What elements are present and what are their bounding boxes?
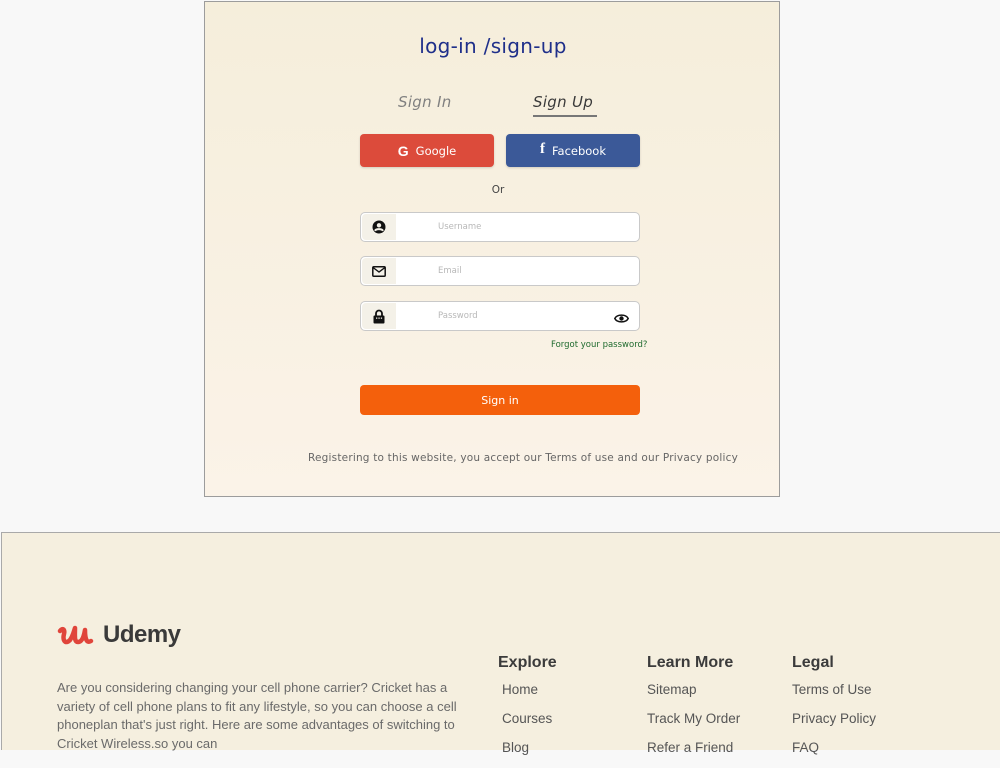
password-input[interactable]: [401, 304, 601, 328]
footer-link-home[interactable]: Home: [502, 681, 552, 710]
username-input[interactable]: [401, 215, 601, 239]
or-divider: Or: [491, 184, 505, 196]
footer-link-track-order[interactable]: Track My Order: [647, 710, 740, 739]
envelope-icon: [362, 258, 396, 284]
footer-link-faq[interactable]: FAQ: [792, 739, 876, 768]
eye-icon[interactable]: [613, 309, 630, 328]
page-title: log-in /sign-up: [419, 34, 567, 58]
footer-link-sitemap[interactable]: Sitemap: [647, 681, 740, 710]
footer-heading-legal: Legal: [792, 654, 834, 671]
footer-links-learn-more: Sitemap Track My Order Refer a Friend: [647, 681, 740, 768]
google-button[interactable]: G Google: [360, 134, 494, 167]
footer: Udemy Are you considering changing your …: [1, 532, 1000, 755]
terms-notice: Registering to this website, you accept …: [308, 452, 738, 464]
footer-link-refer-friend[interactable]: Refer a Friend: [647, 739, 740, 768]
tab-sign-in[interactable]: Sign In: [398, 93, 452, 111]
footer-link-courses[interactable]: Courses: [502, 710, 552, 739]
tab-sign-up[interactable]: Sign Up: [533, 93, 593, 115]
udemy-logo-icon: [57, 625, 94, 645]
footer-link-privacy[interactable]: Privacy Policy: [792, 710, 876, 739]
user-circle-icon: [362, 214, 396, 240]
facebook-button-label: Facebook: [551, 143, 607, 158]
google-button-label: Google: [415, 143, 457, 158]
email-input[interactable]: [401, 259, 601, 283]
email-field: [360, 256, 640, 286]
auth-card: log-in /sign-up Sign In Sign Up G Google…: [204, 1, 780, 497]
footer-heading-learn-more: Learn More: [647, 654, 734, 671]
footer-link-terms[interactable]: Terms of Use: [792, 681, 876, 710]
google-icon: G: [397, 142, 409, 159]
footer-links-legal: Terms of Use Privacy Policy FAQ: [792, 681, 876, 768]
sign-in-button[interactable]: Sign in: [360, 385, 640, 415]
username-field: [360, 212, 640, 242]
forgot-password-link[interactable]: Forgot your password?: [551, 340, 647, 350]
password-field: [360, 301, 640, 331]
facebook-button[interactable]: f Facebook: [506, 134, 640, 167]
footer-link-blog[interactable]: Blog: [502, 739, 552, 768]
facebook-icon: f: [539, 140, 545, 157]
footer-heading-explore: Explore: [498, 654, 557, 671]
udemy-logo[interactable]: Udemy: [57, 621, 181, 649]
footer-about-text: Are you considering changing your cell p…: [57, 680, 457, 751]
lock-icon: [362, 303, 396, 329]
brand-name: Udemy: [103, 621, 181, 648]
footer-links-explore: Home Courses Blog: [502, 681, 552, 768]
active-tab-indicator: [533, 115, 597, 117]
